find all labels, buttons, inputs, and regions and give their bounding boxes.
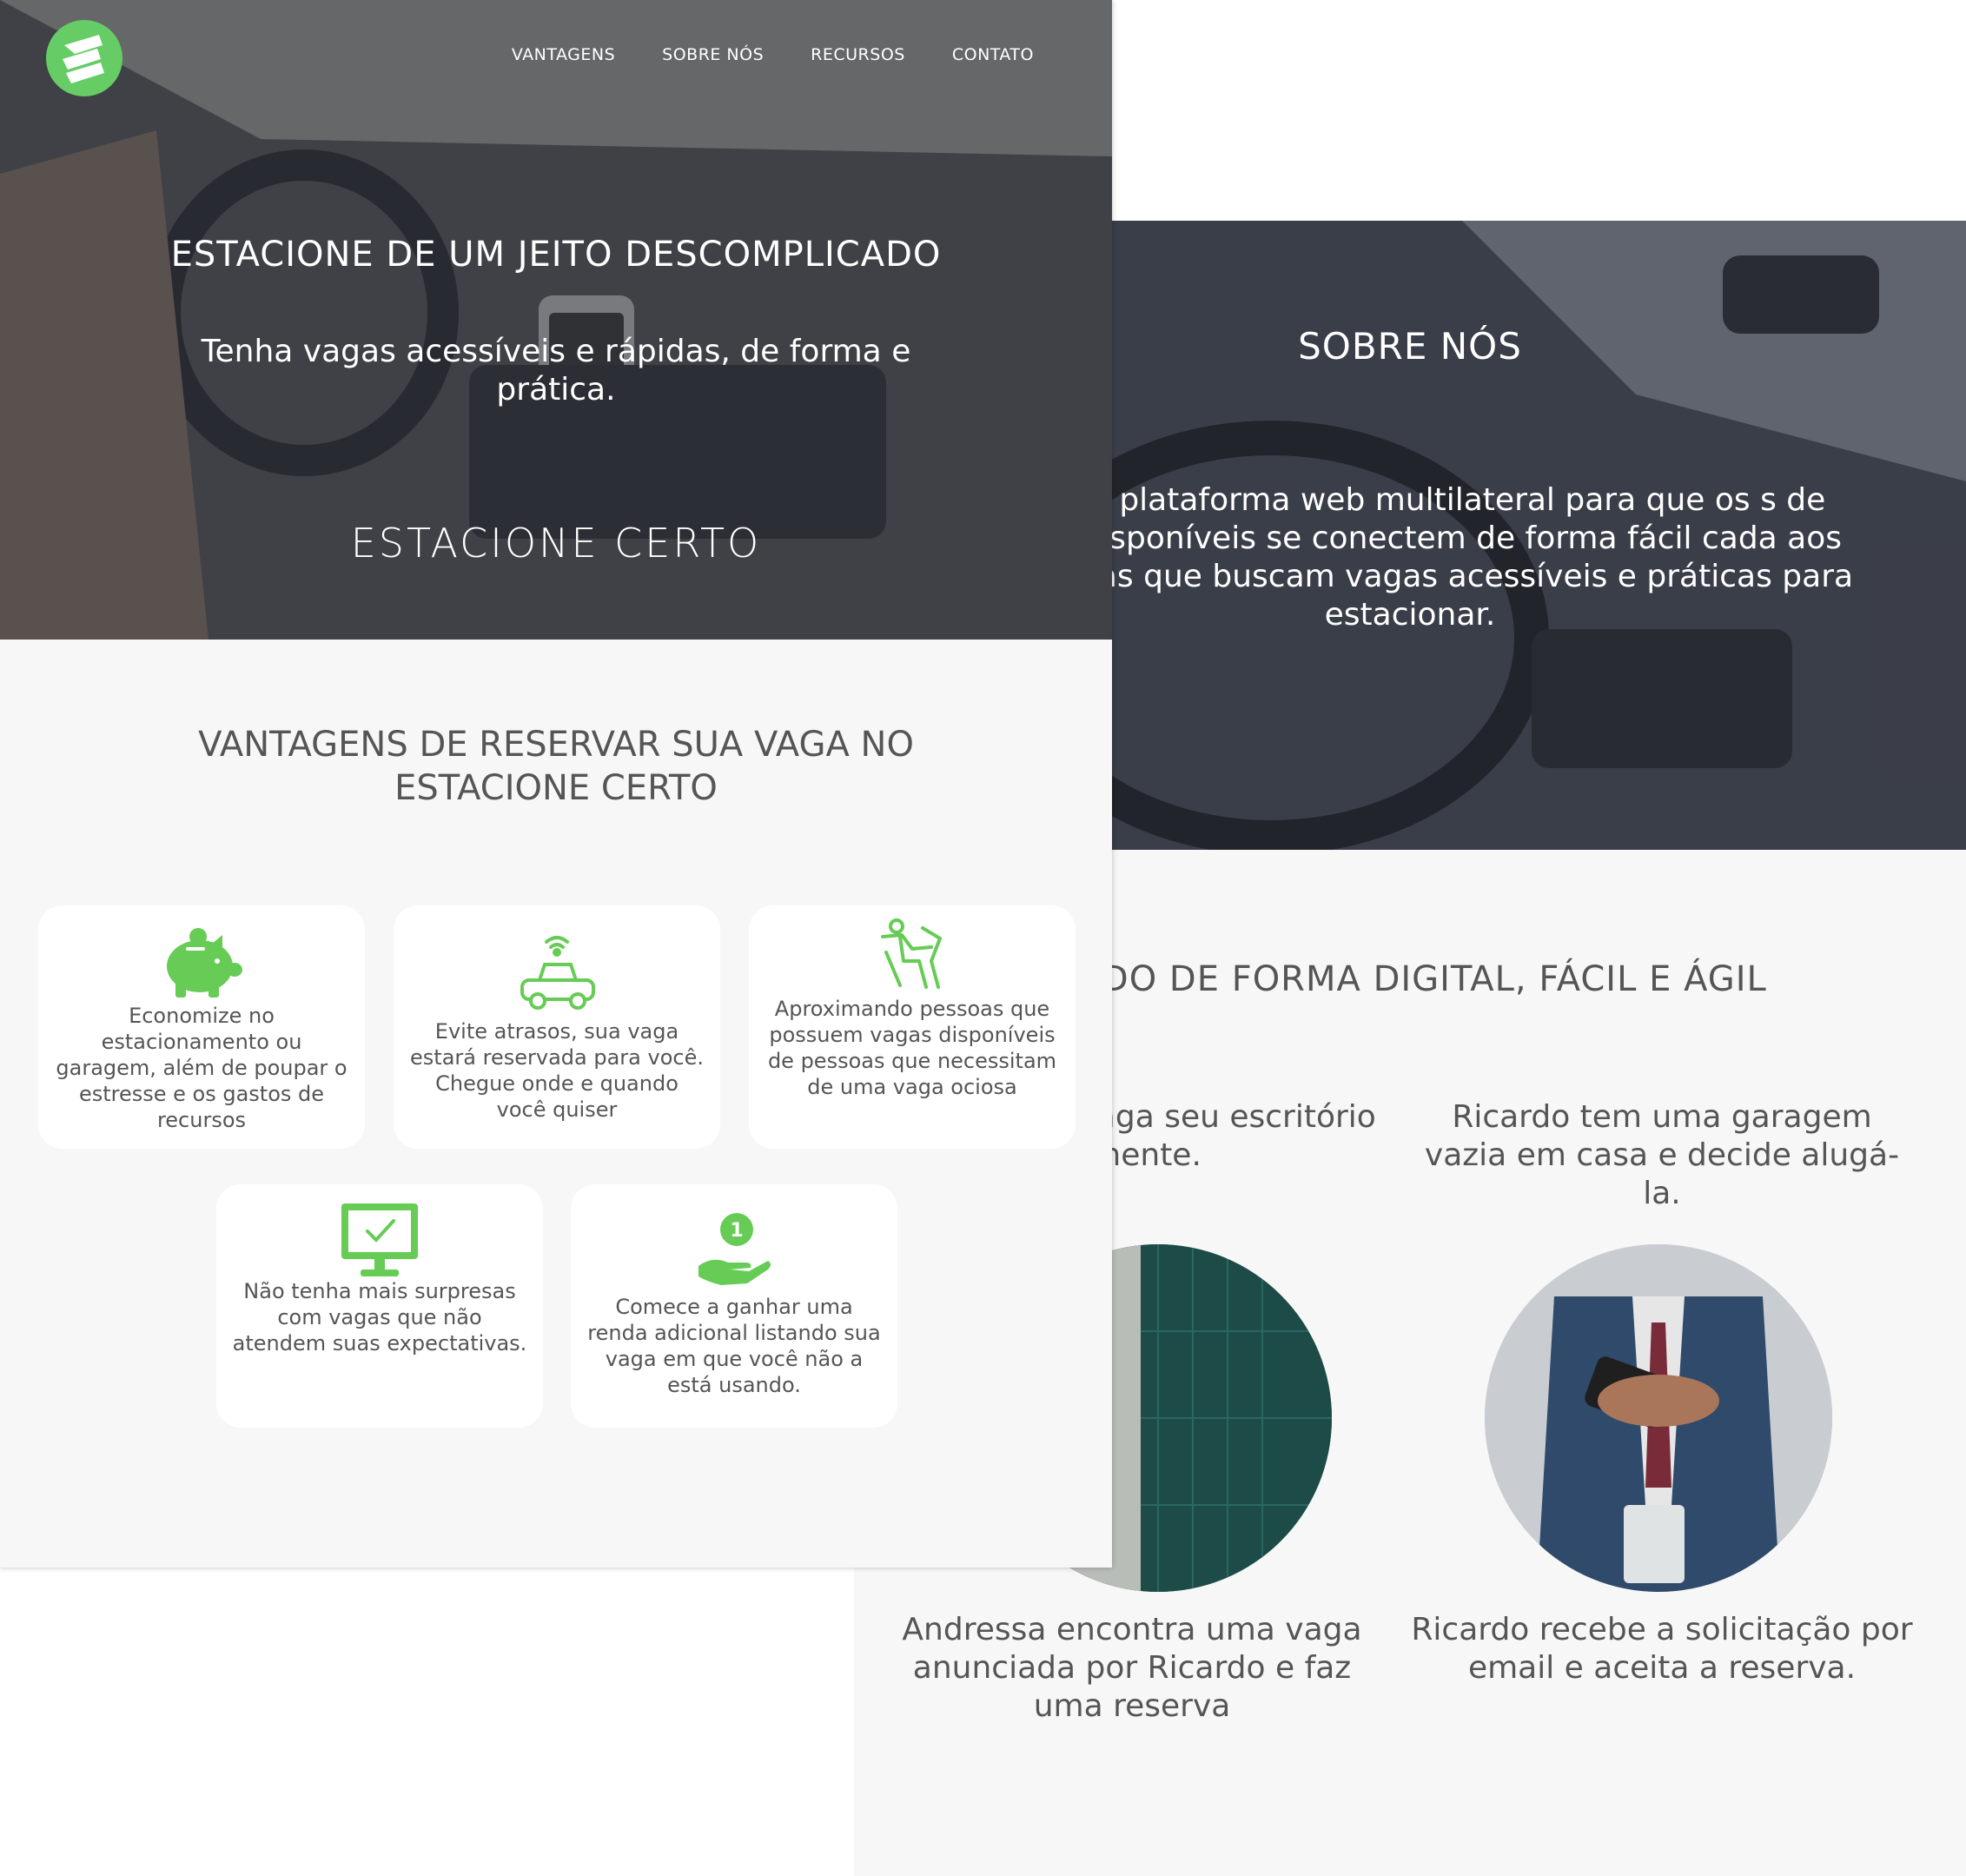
advantage-card: Não tenha mais surpresas com vagas que n… xyxy=(216,1184,543,1428)
monitor-check-icon xyxy=(216,1202,543,1278)
home-page-screenshot: VANTAGENS SOBRE NÓS RECURSOS CONTATO EST… xyxy=(0,0,1112,1568)
advantage-text: Evite atrasos, sua vaga estará reservada… xyxy=(410,1019,704,1122)
advantage-text: Aproximando pessoas que possuem vagas di… xyxy=(767,997,1057,1099)
nav-link-vantagens[interactable]: VANTAGENS xyxy=(512,45,615,64)
seated-person-icon xyxy=(749,918,1076,992)
advantage-text: Economize no estacionamento ou garagem, … xyxy=(56,1004,348,1132)
main-nav: VANTAGENS SOBRE NÓS RECURSOS CONTATO xyxy=(512,45,1034,64)
advantage-card: Aproximando pessoas que possuem vagas di… xyxy=(749,905,1076,1149)
advantage-card: Economize no estacionamento ou garagem, … xyxy=(38,905,365,1149)
story-text: Ricardo recebe a solicitação por email e… xyxy=(1411,1612,1913,1686)
advantage-text: Comece a ganhar uma renda adicional list… xyxy=(587,1295,881,1397)
businessman-phone-photo xyxy=(1485,1244,1832,1592)
estacione-certo-logo[interactable] xyxy=(45,19,123,97)
nav-link-sobre-nos[interactable]: SOBRE NÓS xyxy=(662,45,764,64)
advantage-card: 1 Comece a ganhar uma renda adicional li… xyxy=(571,1184,897,1428)
hero-subtitle: Tenha vagas acessíveis e rápidas, de for… xyxy=(201,334,911,408)
story-text: Ricardo tem uma garagem vazia em casa e … xyxy=(1424,1099,1900,1211)
advantage-text: Não tenha mais surpresas com vagas que n… xyxy=(232,1279,527,1356)
hero-brand-name: ESTACIONE CERTO xyxy=(350,520,762,567)
home-hero: VANTAGENS SOBRE NÓS RECURSOS CONTATO EST… xyxy=(0,0,1112,640)
piggy-bank-icon xyxy=(38,925,365,999)
svg-text:1: 1 xyxy=(730,1220,743,1242)
story-text: Andressa encontra uma vaga anunciada por… xyxy=(902,1612,1362,1724)
hero-title: ESTACIONE DE UM JEITO DESCOMPLICADO xyxy=(170,235,942,275)
nav-link-contato[interactable]: CONTATO xyxy=(952,45,1034,64)
advantages-title: VANTAGENS DE RESERVAR SUA VAGA NO ESTACI… xyxy=(198,725,914,808)
advantage-card: Evite atrasos, sua vaga estará reservada… xyxy=(394,905,720,1149)
hand-coin-icon: 1 xyxy=(571,1212,897,1287)
nav-link-recursos[interactable]: RECURSOS xyxy=(811,45,905,64)
connected-car-icon xyxy=(394,931,720,1011)
